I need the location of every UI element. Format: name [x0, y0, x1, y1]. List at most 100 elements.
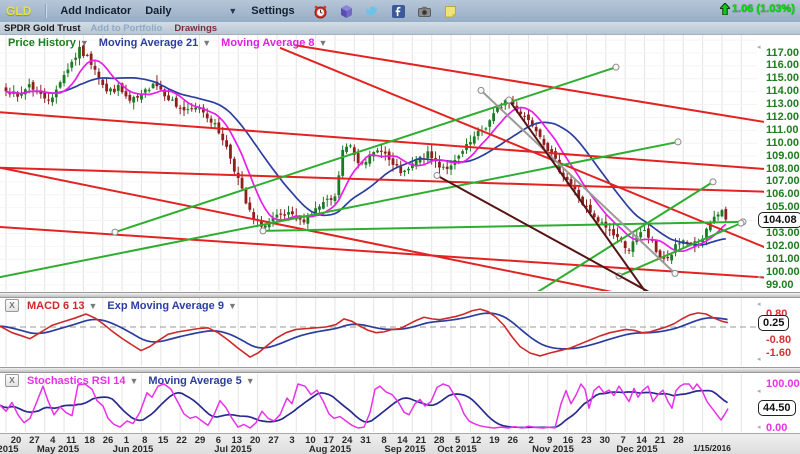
moving-average-21-dropdown[interactable]: Moving Average 21 ▼: [99, 37, 211, 49]
day-tick-label: 22: [176, 435, 187, 446]
month-label: May 2015: [37, 444, 79, 454]
stoch-panel-legend: X Stochastics RSI 14 ▼ Moving Average 5 …: [5, 374, 265, 387]
toolbar: GLD Add Indicator Daily ▼ Settings: [0, 0, 800, 23]
axis-scroll-arrow[interactable]: ◂: [757, 388, 761, 395]
day-tick-label: 28: [673, 435, 684, 446]
note-icon[interactable]: [443, 3, 459, 19]
trendline-handle[interactable]: [675, 139, 681, 145]
panel-separator[interactable]: [0, 292, 800, 298]
month-label: Nov 2015: [532, 444, 574, 454]
chevron-down-icon: ▼: [80, 38, 89, 48]
symbol-fullname: SPDR Gold Trust: [4, 23, 81, 34]
axis-tick: 112.00: [766, 112, 799, 123]
trendline-handle[interactable]: [478, 87, 484, 93]
axis-tick: -0.80: [766, 335, 791, 346]
axis-tick: 101.00: [766, 254, 800, 265]
chevron-down-icon: ▼: [246, 376, 255, 386]
moving-average-8-dropdown[interactable]: Moving Average 8 ▼: [221, 37, 327, 49]
month-label: Jul 2015: [214, 444, 252, 454]
add-indicator-button[interactable]: Add Indicator: [52, 5, 139, 17]
axis-tick: 100.00: [766, 379, 800, 390]
alarm-clock-icon[interactable]: [313, 3, 329, 19]
day-tick-label: 19: [489, 435, 500, 446]
trendline-handle[interactable]: [613, 64, 619, 70]
axis-scroll-arrow[interactable]: ◂: [757, 356, 761, 363]
drawings-button[interactable]: Drawings: [174, 23, 217, 34]
macd-dropdown[interactable]: MACD 6 13 ▼: [27, 300, 97, 312]
trendline-handle[interactable]: [710, 179, 716, 185]
month-label: Jun 2015: [113, 444, 154, 454]
exp-moving-average-dropdown[interactable]: Exp Moving Average 9 ▼: [107, 300, 236, 312]
stochastics-rsi-dropdown[interactable]: Stochastics RSI 14 ▼: [27, 375, 138, 387]
axis-tick: 116.00: [766, 60, 799, 71]
axis-tick: 117.00: [766, 48, 799, 59]
ema9-label: Exp Moving Average 9: [107, 300, 224, 312]
day-tick-label: 31: [360, 435, 371, 446]
day-tick-label: 29: [195, 435, 206, 446]
camera-icon[interactable]: [417, 3, 433, 19]
axis-tick: 108.00: [766, 164, 800, 175]
axis-scroll-arrow[interactable]: ◂: [757, 44, 761, 51]
symbol-subbar: SPDR Gold Trust Add to Portfolio Drawing…: [0, 22, 800, 35]
day-tick-label: 30: [600, 435, 611, 446]
month-label: 2015: [0, 444, 19, 454]
chevron-down-icon: ▼: [319, 38, 328, 48]
divider: [45, 4, 46, 18]
day-tick-label: 27: [268, 435, 279, 446]
up-arrow-icon: [720, 3, 730, 15]
axis-scroll-arrow[interactable]: ◂: [757, 274, 761, 281]
axis-tick: -1.60: [766, 348, 791, 359]
axis-scroll-arrow[interactable]: ◂: [757, 424, 761, 431]
day-tick-label: 23: [581, 435, 592, 446]
axis-scroll-arrow[interactable]: ◂: [757, 301, 761, 308]
panel-separator[interactable]: [0, 367, 800, 373]
trendline-handle[interactable]: [112, 229, 118, 235]
trendline-handle[interactable]: [672, 270, 678, 276]
twitter-icon[interactable]: [365, 3, 381, 19]
timeframe-dropdown[interactable]: Daily ▼: [139, 5, 243, 17]
month-label: Oct 2015: [437, 444, 477, 454]
stoch-rsi-label: Stochastics RSI 14: [27, 375, 125, 387]
trendline-handle[interactable]: [434, 172, 440, 178]
macd-label: MACD 6 13: [27, 300, 84, 312]
charting-app: GLD Add Indicator Daily ▼ Settings: [0, 0, 800, 454]
add-to-portfolio-button[interactable]: Add to Portfolio: [91, 23, 163, 34]
trendline-handle[interactable]: [260, 228, 266, 234]
moving-average-5-dropdown[interactable]: Moving Average 5 ▼: [148, 375, 254, 387]
chevron-down-icon: ▼: [228, 6, 237, 16]
price-history-label: Price History: [8, 37, 76, 49]
axis-tick: 100.00: [766, 267, 800, 278]
stoch-value-badge: 44.50: [758, 400, 796, 416]
cube-icon[interactable]: [339, 3, 355, 19]
price-panel-legend: Price History ▼ Moving Average 21 ▼ Movi…: [8, 37, 337, 49]
day-tick-label: 26: [508, 435, 519, 446]
day-tick-label: 3: [289, 435, 294, 446]
chevron-down-icon: ▼: [129, 376, 138, 386]
facebook-icon[interactable]: [391, 3, 407, 19]
axis-tick: 115.00: [766, 73, 799, 84]
axis-tick: 103.00: [766, 228, 800, 239]
axis-tick: 106.00: [766, 189, 800, 200]
symbol-label: GLD: [6, 4, 31, 18]
axis-end-date: 1/15/2016: [693, 443, 731, 453]
macd-panel-legend: X MACD 6 13 ▼ Exp Moving Average 9 ▼: [5, 299, 247, 312]
ma21-label: Moving Average 21: [99, 37, 198, 49]
close-macd-panel-button[interactable]: X: [5, 299, 19, 312]
month-label: Sep 2015: [384, 444, 425, 454]
trendline-handle[interactable]: [738, 220, 744, 226]
timeframe-value: Daily: [145, 5, 171, 17]
ma8-label: Moving Average 8: [221, 37, 314, 49]
settings-button[interactable]: Settings: [243, 5, 302, 17]
chevron-down-icon: ▼: [88, 301, 97, 311]
close-stoch-panel-button[interactable]: X: [5, 374, 19, 387]
axis-tick: 113.00: [766, 99, 799, 110]
ma5-label: Moving Average 5: [148, 375, 241, 387]
time-axis: 1/15/2016 202741118261815222961320273101…: [0, 433, 800, 454]
axis-tick: 114.00: [766, 86, 799, 97]
axis-tick: 111.00: [766, 125, 798, 136]
axis-tick: 99.00: [766, 280, 794, 291]
axis-tick: 109.00: [766, 151, 800, 162]
price-history-dropdown[interactable]: Price History ▼: [8, 37, 89, 49]
month-label: Aug 2015: [309, 444, 351, 454]
trendline-handle[interactable]: [506, 97, 512, 103]
